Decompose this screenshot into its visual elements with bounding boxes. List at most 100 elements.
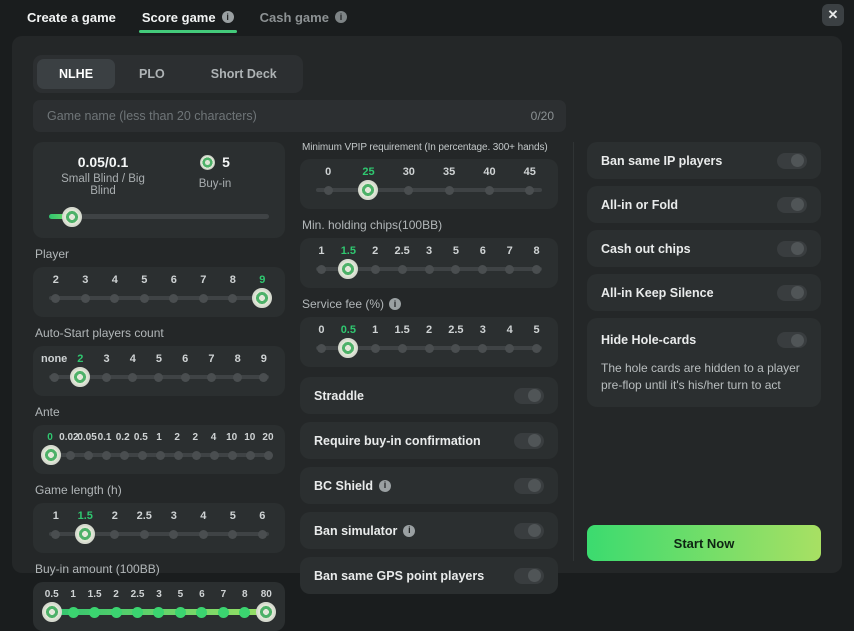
slider-option-label[interactable]: 8 <box>225 353 251 365</box>
slider-dot[interactable] <box>138 451 147 460</box>
info-icon[interactable]: i <box>379 480 391 492</box>
slider-option-label[interactable]: 25 <box>348 166 388 178</box>
slider-option-label[interactable]: 5 <box>146 353 172 365</box>
slider-dot[interactable] <box>181 373 190 382</box>
slider-dot[interactable] <box>84 451 93 460</box>
game-name-input[interactable] <box>45 108 523 124</box>
slider-option-label[interactable]: 0.5 <box>132 432 150 443</box>
slider-option-label[interactable]: 10 <box>241 432 259 443</box>
slider-option-label[interactable]: 4 <box>100 274 130 286</box>
slider-option-label[interactable]: 80 <box>256 589 277 600</box>
slider-option-label[interactable]: 3 <box>71 274 101 286</box>
info-icon[interactable]: i <box>403 525 415 537</box>
slider-option-label[interactable]: 20 <box>259 432 277 443</box>
blinds-slider-track[interactable] <box>49 214 269 219</box>
slider-dot[interactable] <box>199 530 208 539</box>
slider-option-label[interactable]: 6 <box>469 245 496 257</box>
game-type-nlhe[interactable]: NLHE <box>37 59 115 89</box>
slider-handle[interactable] <box>75 524 95 544</box>
slider-option-label[interactable]: 5 <box>130 274 160 286</box>
slider-option-label[interactable]: 2 <box>168 432 186 443</box>
game-type-plo[interactable]: PLO <box>117 59 187 89</box>
slider-dot[interactable] <box>258 530 267 539</box>
slider-dot[interactable] <box>398 265 407 274</box>
slider-dot[interactable] <box>81 294 90 303</box>
slider-dot[interactable] <box>110 530 119 539</box>
slider-dot[interactable] <box>174 451 183 460</box>
slider-handle[interactable] <box>41 445 61 465</box>
slider-option-label[interactable]: 2 <box>67 353 93 365</box>
slider-option-label[interactable]: 2 <box>100 510 130 522</box>
game-type-short-deck[interactable]: Short Deck <box>189 59 299 89</box>
slider-option-label[interactable]: 4 <box>189 510 219 522</box>
slider-dot[interactable] <box>425 344 434 353</box>
slider-option-label[interactable]: 4 <box>204 432 222 443</box>
slider-dot[interactable] <box>445 186 454 195</box>
slider-option-label[interactable]: 3 <box>416 245 443 257</box>
start-now-button[interactable]: Start Now <box>587 525 821 561</box>
slider-dot[interactable] <box>451 344 460 353</box>
slider-dot[interactable] <box>169 294 178 303</box>
slider-option-label[interactable]: 10 <box>223 432 241 443</box>
info-icon[interactable]: i <box>222 11 234 23</box>
slider-option-label[interactable]: 1 <box>362 324 389 336</box>
slider-option-label[interactable]: 0.02 <box>59 432 77 443</box>
slider-option-label[interactable]: 1 <box>62 589 83 600</box>
slider-option-label[interactable]: 7 <box>198 353 224 365</box>
slider-dot[interactable] <box>228 530 237 539</box>
slider-option-label[interactable]: 3 <box>469 324 496 336</box>
slider-dot[interactable] <box>66 451 75 460</box>
slider-option-label[interactable]: 5 <box>170 589 191 600</box>
slider-option-label[interactable]: 2 <box>362 245 389 257</box>
slider-dot[interactable] <box>156 451 165 460</box>
slider-dot[interactable] <box>50 373 59 382</box>
slider-dot[interactable] <box>478 344 487 353</box>
slider-dot[interactable] <box>317 344 326 353</box>
slider-option-label[interactable]: 2 <box>416 324 443 336</box>
slider-dot[interactable] <box>264 451 273 460</box>
slider-handle[interactable] <box>338 338 358 358</box>
vpip-slider[interactable]: 02530354045 <box>300 159 558 209</box>
slider-option-label[interactable]: 4 <box>496 324 523 336</box>
tab-create-a-game[interactable]: Create a game <box>14 0 129 34</box>
slider-option-label[interactable]: 0 <box>41 432 59 443</box>
tab-cash-game[interactable]: Cash game i <box>247 0 360 34</box>
slider-dot[interactable] <box>51 294 60 303</box>
info-icon[interactable]: i <box>389 298 401 310</box>
slider-dot[interactable] <box>505 344 514 353</box>
slider-dot[interactable] <box>532 344 541 353</box>
buyin-amount-range-slider[interactable]: 0.511.522.53567880 <box>33 582 285 631</box>
slider-dot[interactable] <box>505 265 514 274</box>
slider-option-label[interactable]: 1.5 <box>84 589 105 600</box>
slider-option-label[interactable]: 0.05 <box>77 432 95 443</box>
slider-dot[interactable] <box>154 373 163 382</box>
slider-option-label[interactable]: none <box>41 353 67 365</box>
slider-option-label[interactable]: 1 <box>308 245 335 257</box>
blinds-slider[interactable] <box>47 207 271 225</box>
slider-dot[interactable] <box>153 607 164 618</box>
close-icon[interactable]: ✕ <box>822 4 844 26</box>
slider-dot[interactable] <box>169 530 178 539</box>
require-buyin-confirmation-toggle[interactable] <box>514 433 544 449</box>
slider-dot[interactable] <box>140 530 149 539</box>
info-icon[interactable]: i <box>335 11 347 23</box>
slider-dot[interactable] <box>110 294 119 303</box>
slider-option-label[interactable]: 0.5 <box>335 324 362 336</box>
slider-handle[interactable] <box>256 602 276 622</box>
slider-dot[interactable] <box>451 265 460 274</box>
slider-dot[interactable] <box>239 607 250 618</box>
slider-dot[interactable] <box>128 373 137 382</box>
slider-handle[interactable] <box>252 288 272 308</box>
slider-option-label[interactable]: 7 <box>496 245 523 257</box>
slider-option-label[interactable]: 2 <box>105 589 126 600</box>
slider-dot[interactable] <box>317 265 326 274</box>
slider-dot[interactable] <box>425 265 434 274</box>
slider-dot[interactable] <box>102 451 111 460</box>
slider-option-label[interactable]: 2.5 <box>442 324 469 336</box>
slider-dot[interactable] <box>175 607 186 618</box>
holding-chips-slider[interactable]: 11.522.535678 <box>300 238 558 288</box>
game-length-slider[interactable]: 11.522.53456 <box>33 503 285 553</box>
slider-option-label[interactable]: 1.5 <box>71 510 101 522</box>
slider-option-label[interactable]: 5 <box>218 510 248 522</box>
slider-option-label[interactable]: 1.5 <box>389 324 416 336</box>
